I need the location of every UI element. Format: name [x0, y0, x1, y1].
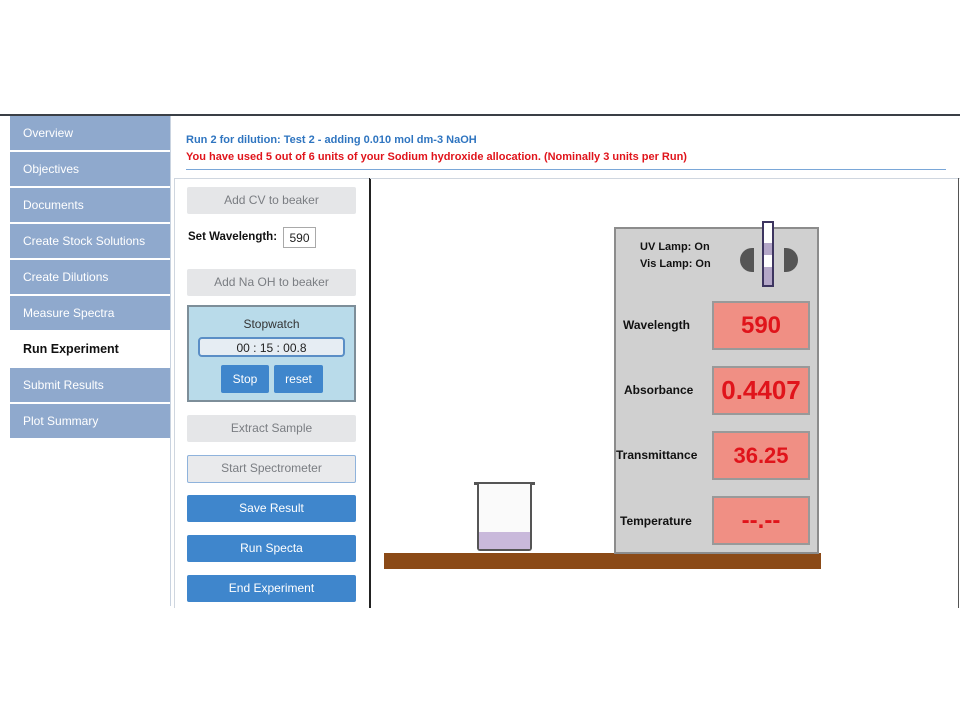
stopwatch-title: Stopwatch	[243, 317, 300, 331]
wavelength-input[interactable]: 590	[283, 227, 316, 248]
beaker-solution	[479, 532, 530, 549]
add-cv-button[interactable]: Add CV to beaker	[187, 187, 356, 214]
transmittance-readout-label: Transmittance	[616, 448, 698, 462]
scene-top-border	[370, 178, 960, 179]
uv-lamp-status: UV Lamp: On	[640, 241, 710, 253]
transmittance-display: 36.25	[712, 431, 810, 480]
scene-right-border	[958, 178, 959, 608]
cuvette-icon[interactable]	[762, 221, 774, 287]
cuvette-window	[764, 255, 772, 267]
sidebar-item-run-experiment[interactable]: Run Experiment	[10, 332, 170, 366]
sidebar-item-objectives[interactable]: Objectives	[10, 152, 170, 186]
temperature-readout-label: Temperature	[620, 514, 692, 528]
stopwatch-reset-button[interactable]: reset	[274, 365, 323, 393]
sidebar-nav: Overview Objectives Documents Create Sto…	[10, 116, 170, 440]
run-spectra-button[interactable]: Run Specta	[187, 535, 356, 562]
temperature-display: --.--	[712, 496, 810, 545]
panel-divider	[369, 178, 371, 608]
wavelength-label: Set Wavelength:	[188, 231, 278, 243]
sidebar-item-create-dilutions[interactable]: Create Dilutions	[10, 260, 170, 294]
allocation-warning: You have used 5 out of 6 units of your S…	[186, 151, 687, 163]
add-naoh-button[interactable]: Add Na OH to beaker	[187, 269, 356, 296]
absorbance-readout-label: Absorbance	[624, 383, 694, 397]
sidebar-item-documents[interactable]: Documents	[10, 188, 170, 222]
sidebar-item-measure-spectra[interactable]: Measure Spectra	[10, 296, 170, 330]
save-result-button[interactable]: Save Result	[187, 495, 356, 522]
end-experiment-button[interactable]: End Experiment	[187, 575, 356, 602]
extract-sample-button[interactable]: Extract Sample	[187, 415, 356, 442]
run-info-text: Run 2 for dilution: Test 2 - adding 0.01…	[186, 134, 477, 146]
wavelength-display: 590	[712, 301, 810, 350]
lab-bench	[384, 553, 821, 569]
sidebar-item-overview[interactable]: Overview	[10, 116, 170, 150]
sidebar-item-plot-summary[interactable]: Plot Summary	[10, 404, 170, 438]
stopwatch-panel: Stopwatch 00 : 15 : 00.8 Stop reset	[187, 305, 356, 402]
sidebar-border	[170, 116, 171, 606]
sidebar-item-submit-results[interactable]: Submit Results	[10, 368, 170, 402]
stopwatch-time: 00 : 15 : 00.8	[198, 337, 345, 357]
header-divider	[186, 169, 946, 170]
vis-lamp-status: Vis Lamp: On	[640, 258, 711, 270]
stopwatch-stop-button[interactable]: Stop	[221, 365, 269, 393]
sidebar-item-create-stock-solutions[interactable]: Create Stock Solutions	[10, 224, 170, 258]
beaker-icon[interactable]	[477, 484, 532, 551]
start-spectrometer-button[interactable]: Start Spectrometer	[187, 455, 356, 483]
wavelength-readout-label: Wavelength	[623, 318, 690, 332]
absorbance-display: 0.4407	[712, 366, 810, 415]
